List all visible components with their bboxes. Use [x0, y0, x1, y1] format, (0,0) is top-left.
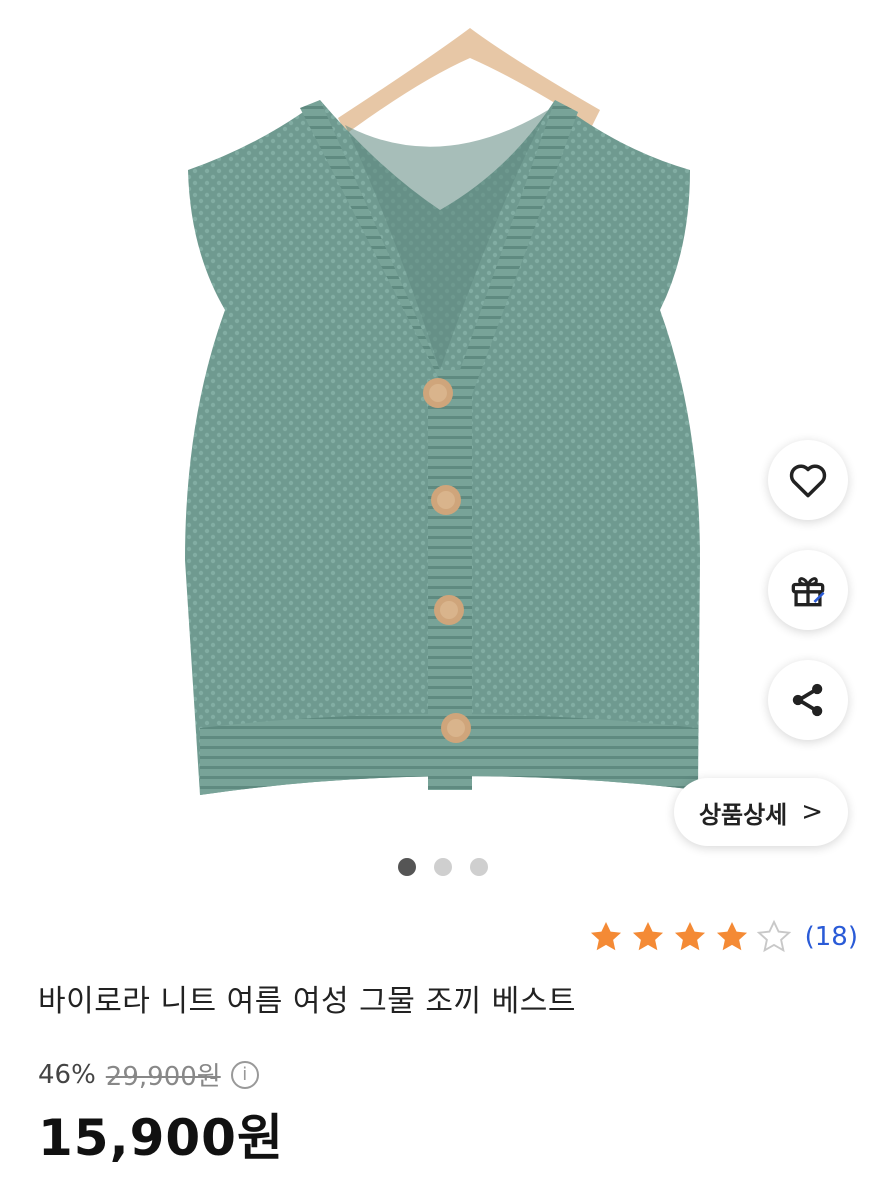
carousel-dot[interactable] — [398, 858, 416, 876]
sale-price: 15,900원 — [38, 1109, 284, 1167]
star-filled-icon — [716, 921, 747, 951]
rating-stars — [587, 918, 793, 956]
product-detail-button[interactable]: 상품상세 > — [674, 778, 848, 846]
star-empty-icon — [756, 919, 791, 953]
product-photo — [185, 28, 700, 795]
product-title: 바이로라 니트 여름 여성 그물 조끼 베스트 — [38, 984, 576, 1019]
share-icon — [792, 683, 823, 717]
info-icon[interactable]: i — [230, 1060, 259, 1089]
product-image-carousel[interactable]: 상품상세 > — [0, 0, 886, 850]
carousel-dot[interactable] — [434, 858, 452, 876]
star-filled-icon — [674, 921, 705, 951]
gift-icon — [791, 577, 825, 607]
chevron-right-icon: > — [801, 797, 824, 827]
discount-rate: 46% — [38, 1059, 96, 1090]
star-filled-icon — [632, 921, 663, 951]
gift-button[interactable] — [768, 550, 848, 630]
favorite-button[interactable] — [768, 440, 848, 520]
carousel-dot[interactable] — [470, 858, 488, 876]
review-count[interactable]: (18) — [805, 922, 858, 952]
carousel-indicator — [398, 858, 488, 876]
product-detail-label: 상품상세 — [698, 800, 788, 829]
share-button[interactable] — [768, 660, 848, 740]
original-price: 29,900원 — [105, 1062, 221, 1092]
heart-icon — [789, 464, 827, 498]
star-filled-icon — [590, 921, 621, 951]
price-info: 46% 29,900원 i — [38, 1056, 259, 1093]
product-rating[interactable]: (18) — [587, 918, 858, 956]
